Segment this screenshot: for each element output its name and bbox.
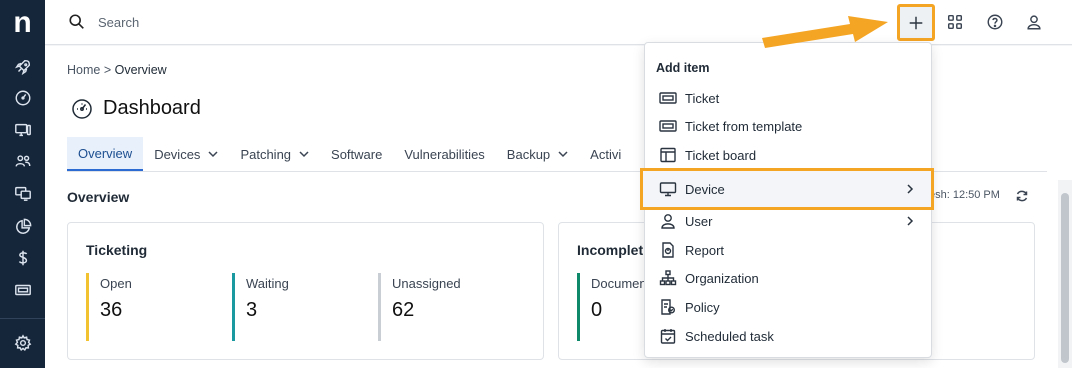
devices-icon[interactable] <box>10 117 35 142</box>
stat-value: 0 <box>591 299 603 321</box>
tab-label: Overview <box>78 145 133 161</box>
tab-devices[interactable]: Devices <box>143 137 229 171</box>
tab-patching[interactable]: Patching <box>229 137 320 171</box>
tab-activities[interactable]: Activi <box>579 137 632 171</box>
help-button[interactable] <box>983 10 1007 34</box>
page-title-row: Dashboard <box>71 97 201 120</box>
menu-item-scheduled-task[interactable]: Scheduled task <box>645 322 931 350</box>
page-title: Dashboard <box>103 97 201 119</box>
add-button[interactable] <box>897 4 935 41</box>
ticket-template-icon <box>659 120 677 132</box>
tab-label: Activi <box>590 146 622 162</box>
calendar-check-icon <box>660 329 676 344</box>
menu-header: Add item <box>656 61 710 75</box>
help-icon <box>987 14 1003 30</box>
board-icon <box>660 147 676 163</box>
policy-icon <box>661 299 675 315</box>
chevron-right-icon <box>907 184 914 194</box>
tab-label: Backup <box>506 146 551 162</box>
stat-label: Waiting <box>246 276 289 291</box>
tab-backup[interactable]: Backup <box>496 137 579 171</box>
card-title: Ticketing <box>86 242 148 258</box>
menu-item-ticket-from-template[interactable]: Ticket from template <box>645 112 931 140</box>
ticket-icon <box>659 92 677 104</box>
menu-item-label: Organization <box>685 270 759 286</box>
dashboard-gauge-icon <box>72 98 92 119</box>
tab-overview[interactable]: Overview <box>67 137 144 171</box>
tab-label: Patching <box>240 146 292 162</box>
add-icon <box>909 16 923 29</box>
apps-grid-button[interactable] <box>943 10 967 34</box>
menu-item-label: Ticket board <box>685 147 757 163</box>
app-logo[interactable]: n <box>0 0 45 46</box>
dashboard-gauge-icon[interactable] <box>10 85 35 110</box>
screens-icon[interactable] <box>10 180 35 205</box>
breadcrumb-current: Overview <box>114 63 167 77</box>
stat-value: 62 <box>392 299 415 321</box>
person-icon <box>661 214 675 229</box>
menu-item-label: User <box>685 213 713 229</box>
report-icon <box>662 242 674 258</box>
menu-item-label: Policy <box>685 299 720 315</box>
organization-icon <box>659 270 677 286</box>
annotation-arrow-icon <box>762 16 888 48</box>
ticketing-card[interactable]: Ticketing Open 36 Waiting 3 Unassigned 6… <box>67 222 544 360</box>
stat-value: 36 <box>100 299 123 321</box>
tab-bar: Overview Devices Patching Software Vulne… <box>67 137 632 171</box>
chevron-down-icon <box>208 151 218 158</box>
rocket-icon[interactable] <box>10 54 35 79</box>
sidebar-divider <box>0 318 45 319</box>
menu-item-device[interactable]: Device <box>640 168 934 210</box>
overview-section-title: Overview <box>67 189 130 205</box>
user-account-button[interactable] <box>1022 10 1046 34</box>
menu-item-label: Scheduled task <box>685 328 774 344</box>
menu-item-label: Report <box>685 242 725 258</box>
menu-item-organization[interactable]: Organization <box>645 264 931 292</box>
breadcrumb: Home > Overview <box>67 63 167 77</box>
menu-item-ticket[interactable]: Ticket <box>645 84 931 112</box>
tab-software[interactable]: Software <box>320 137 393 171</box>
chevron-down-icon <box>299 151 309 158</box>
menu-item-label: Ticket <box>685 90 720 106</box>
card-title: Incomplet <box>577 242 644 258</box>
ticket-icon[interactable] <box>10 277 35 302</box>
pie-chart-icon[interactable] <box>10 214 35 239</box>
refresh-icon <box>1016 190 1028 202</box>
refresh-button[interactable] <box>1015 189 1029 203</box>
users-icon[interactable] <box>10 148 35 173</box>
monitor-icon <box>659 182 677 197</box>
tab-label: Vulnerabilities <box>404 146 485 162</box>
menu-item-user[interactable]: User <box>645 207 931 235</box>
stat-label: Documen <box>591 276 647 291</box>
breadcrumb-separator: > <box>100 63 115 77</box>
add-item-menu: Add item Ticket Ticket from template Tic… <box>640 42 934 358</box>
stat-label: Unassigned <box>392 276 461 291</box>
scrollbar-thumb[interactable] <box>1061 193 1069 363</box>
stat-unassigned[interactable]: Unassigned 62 <box>378 273 461 341</box>
dollar-icon[interactable] <box>10 245 35 270</box>
stat-documentation[interactable]: Documen 0 <box>577 273 647 341</box>
user-icon <box>1027 15 1041 30</box>
chevron-down-icon <box>558 151 568 158</box>
menu-item-report[interactable]: Report <box>645 236 931 264</box>
stat-open[interactable]: Open 36 <box>86 273 132 341</box>
menu-item-label: Ticket from template <box>685 118 803 134</box>
tab-label: Software <box>331 146 383 162</box>
search-icon <box>68 13 86 31</box>
search-input[interactable] <box>98 10 598 34</box>
stat-waiting[interactable]: Waiting 3 <box>232 273 289 341</box>
apps-grid-icon <box>947 14 963 30</box>
settings-gear-icon[interactable] <box>10 330 35 355</box>
stat-value: 3 <box>246 299 258 321</box>
sidebar: n <box>0 0 45 368</box>
menu-item-label: Device <box>685 181 725 197</box>
menu-item-ticket-board[interactable]: Ticket board <box>645 141 931 169</box>
breadcrumb-home[interactable]: Home <box>67 63 100 77</box>
stat-label: Open <box>100 276 132 291</box>
tab-vulnerabilities[interactable]: Vulnerabilities <box>393 137 495 171</box>
menu-item-policy[interactable]: Policy <box>645 293 931 321</box>
tab-label: Devices <box>154 146 201 162</box>
last-refresh-text: esh: 12:50 PM <box>929 189 1000 201</box>
chevron-right-icon <box>907 216 914 226</box>
